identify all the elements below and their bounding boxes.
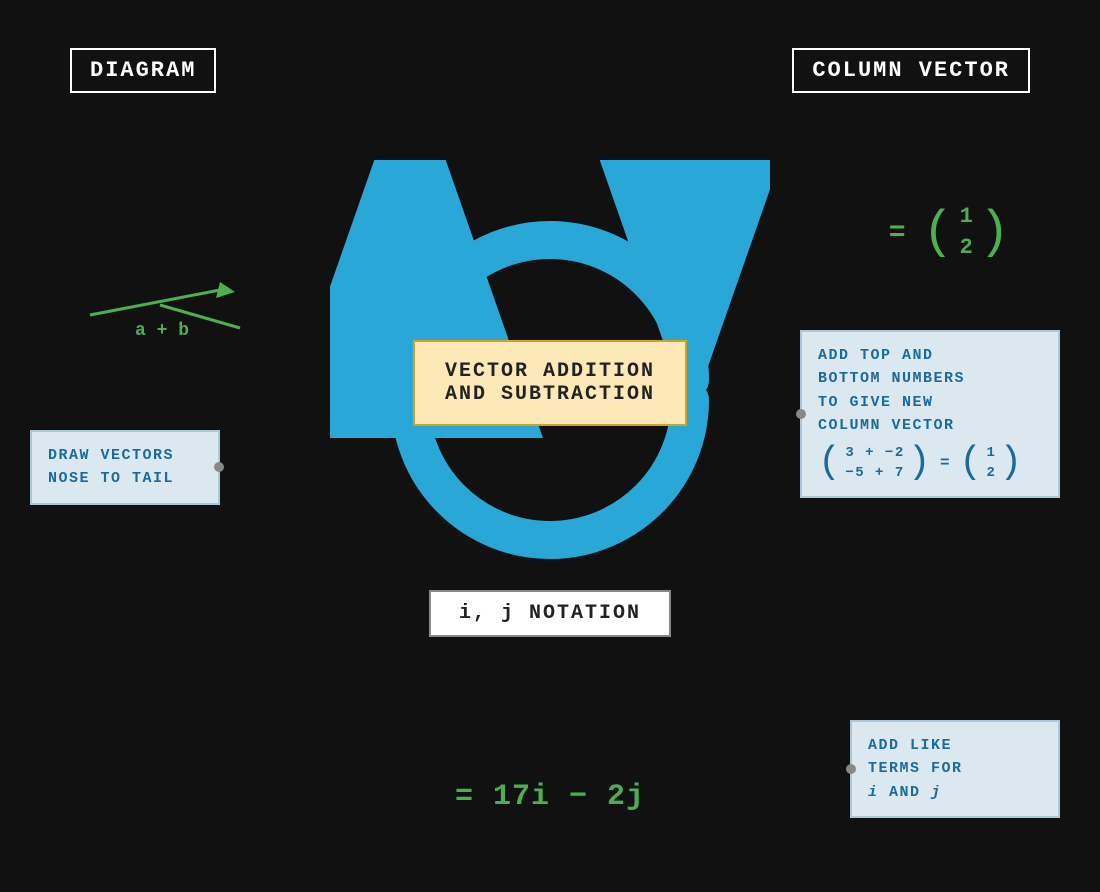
matrix-values: 1 2 <box>954 200 979 266</box>
left-paren: ( <box>922 207 953 259</box>
result-ij-expression: = 17i − 2j <box>455 780 645 814</box>
vector-top-value: 1 <box>960 202 973 233</box>
diagram-label: DIAGRAM <box>70 48 216 93</box>
matrix-right: ( 1 2 ) <box>959 443 1024 484</box>
matrix-left-top: 3 + −2 <box>845 443 904 463</box>
vector-bottom-value: 2 <box>960 233 973 264</box>
vector-arrow-diagram: a + b <box>80 270 260 345</box>
info-draw-vectors: DRAW VECTORSNOSE TO TAIL <box>30 430 220 505</box>
info-add-top-bottom: ADD TOP ANDBOTTOM NUMBERSTO GIVE NEWCOLU… <box>800 330 1060 498</box>
column-vector-label: COLUMN VECTOR <box>792 48 1030 93</box>
center-topic-box: VECTOR ADDITION AND SUBTRACTION <box>413 340 687 426</box>
center-line1: VECTOR ADDITION <box>445 360 655 383</box>
col-vector-bracket: ( 1 2 ) <box>922 200 1010 266</box>
matrix-left: ( 3 + −2 −5 + 7 ) <box>818 443 932 484</box>
matrix-right-bottom: 2 <box>986 463 996 483</box>
info-add-like-text: ADD LIKETERMS FORi AND j <box>868 734 1042 804</box>
svg-text:a + b: a + b <box>135 321 189 340</box>
connector-dot-3 <box>846 764 856 774</box>
equals-sign: = <box>889 218 906 249</box>
ij-notation-box: i, j NOTATION <box>429 590 671 637</box>
right-paren: ) <box>979 207 1010 259</box>
matrix-equation: ( 3 + −2 −5 + 7 ) = ( 1 2 ) <box>818 443 1042 484</box>
info-draw-text: DRAW VECTORSNOSE TO TAIL <box>48 444 202 491</box>
center-line2: AND SUBTRACTION <box>445 383 655 406</box>
info-add-like-terms: ADD LIKETERMS FORi AND j <box>850 720 1060 818</box>
matrix-right-top: 1 <box>986 443 996 463</box>
connector-dot <box>214 462 224 472</box>
matrix-equals: = <box>940 451 951 476</box>
info-add-top-text: ADD TOP ANDBOTTOM NUMBERSTO GIVE NEWCOLU… <box>818 344 1042 437</box>
col-vector-display: = ( 1 2 ) <box>889 200 1010 266</box>
connector-dot-2 <box>796 409 806 419</box>
matrix-left-bottom: −5 + 7 <box>845 463 904 483</box>
